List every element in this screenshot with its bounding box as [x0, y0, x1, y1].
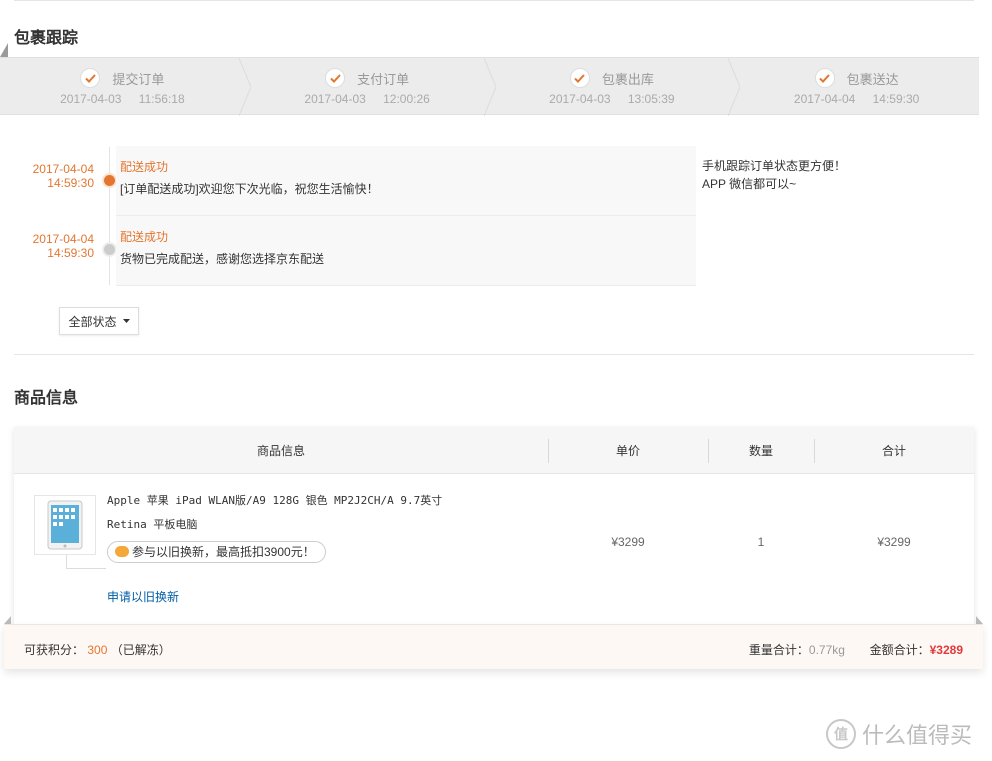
section-divider [14, 354, 974, 355]
product-table: 商品信息 单价 数量 合计 Apple 苹果 iPad WLAN版/A9 128… [14, 427, 974, 627]
trade-in-promo-badge: 参与以旧换新，最高抵扣3900元！ [107, 541, 326, 563]
steps-corner-fold [0, 43, 8, 57]
totals-info: 重量合计：0.77kg 金额合计：¥3289 [749, 641, 963, 658]
weight-value: 0.77kg [808, 643, 845, 657]
step-time: 2017-04-03 13:05:39 [549, 92, 675, 106]
points-value: 300 [87, 643, 108, 657]
event-date: 2017-04-04 [32, 232, 94, 246]
order-progress-steps: 提交订单 2017-04-03 11:56:18 支付订单 2017-04-03… [0, 57, 979, 116]
timeline-dot [104, 244, 115, 255]
event-status: 配送成功 [120, 160, 169, 174]
header-qty: 数量 [708, 427, 814, 473]
product-name-line2: Retina 平板电脑 [107, 518, 198, 531]
event-time: 14:59:30 [47, 176, 94, 190]
points-info: 可获积分： 300 （已解冻） [24, 641, 171, 658]
product-thumbnail[interactable] [34, 495, 96, 555]
top-divider [14, 0, 974, 1]
event-box: 配送成功 货物已完成配送，感谢您选择京东配送 [116, 216, 696, 286]
check-icon [569, 68, 590, 88]
step-label: 包裹送达 [846, 71, 899, 87]
watermark-text: 什么值得买 [862, 723, 973, 748]
promo-text: 参与以旧换新，最高抵扣3900元！ [132, 545, 315, 559]
product-title: 商品信息 [14, 390, 79, 407]
step-package-delivered: 包裹送达 2017-04-04 14:59:30 [734, 58, 979, 114]
footer-corner-left [4, 616, 11, 624]
quantity: 1 [757, 535, 765, 549]
thumbnail-connector [66, 555, 106, 569]
tracking-title: 包裹跟踪 [14, 30, 79, 47]
event-datetime: 2017-04-04 14:59:30 [0, 162, 94, 190]
weight-label: 重量合计： [748, 643, 809, 657]
apply-trade-in-link[interactable]: 申请以旧换新 [107, 588, 179, 605]
check-icon [325, 68, 346, 88]
step-submit-order: 提交订单 2017-04-03 11:56:18 [0, 58, 251, 116]
tablet-image [47, 500, 83, 550]
step-label: 支付订单 [357, 71, 410, 87]
event-date: 2017-04-04 [32, 162, 94, 176]
product-name[interactable]: Apple 苹果 iPad WLAN版/A9 128G 银色 MP2J2CH/A… [107, 489, 447, 537]
event-desc: [订单配送成功]欢迎您下次光临，祝您生活愉快！ [120, 182, 379, 196]
unit-price: ¥3299 [611, 535, 645, 549]
status-filter-label: 全部状态 [68, 314, 117, 329]
check-icon [814, 68, 835, 88]
header-price: 单价 [548, 427, 708, 473]
product-name-line1: Apple 苹果 iPad WLAN版/A9 128G 银色 MP2J2CH/A… [107, 494, 443, 507]
amount-value: ¥3289 [929, 643, 963, 657]
step-pay-order: 支付订单 2017-04-03 12:00:26 [245, 58, 496, 116]
watermark: 值 什么值得买 [826, 718, 972, 750]
step-time: 2017-04-04 14:59:30 [793, 92, 920, 106]
step-package-out: 包裹出库 2017-04-03 13:05:39 [490, 58, 741, 116]
caret-down-icon [122, 319, 130, 323]
status-filter-dropdown[interactable]: 全部状态 [59, 307, 139, 335]
points-note: （已解冻） [110, 643, 171, 657]
check-icon [80, 68, 101, 88]
event-status: 配送成功 [120, 230, 169, 244]
line-total: ¥3299 [877, 535, 911, 549]
step-time: 2017-04-03 11:56:18 [60, 92, 185, 106]
event-desc: 货物已完成配送，感谢您选择京东配送 [120, 252, 325, 266]
footer-corner-right [976, 616, 983, 624]
coin-icon [115, 546, 129, 557]
step-time: 2017-04-03 12:00:26 [304, 92, 430, 106]
header-info: 商品信息 [256, 443, 305, 458]
product-table-header: 商品信息 单价 数量 合计 [14, 427, 974, 474]
points-label: 可获积分： [24, 643, 85, 657]
event-box: 配送成功 [订单配送成功]欢迎您下次光临，祝您生活愉快！ [116, 146, 696, 216]
event-time: 14:59:30 [47, 246, 94, 260]
header-total: 合计 [814, 427, 974, 473]
order-summary-bar: 可获积分： 300 （已解冻） 重量合计：0.77kg 金额合计：¥3289 [4, 624, 983, 669]
app-tip-line1: 手机跟踪订单状态更方便！ [702, 159, 847, 173]
app-tip: 手机跟踪订单状态更方便！ APP 微信都可以~ [702, 157, 846, 193]
step-label: 提交订单 [112, 71, 165, 87]
watermark-logo-icon: 值 [826, 719, 856, 749]
timeline-line [109, 147, 110, 285]
amount-label: 金额合计： [869, 643, 930, 657]
event-datetime: 2017-04-04 14:59:30 [0, 232, 94, 260]
timeline-dot-active [104, 175, 115, 186]
step-label: 包裹出库 [601, 71, 654, 87]
app-tip-line2: APP 微信都可以~ [702, 177, 797, 191]
